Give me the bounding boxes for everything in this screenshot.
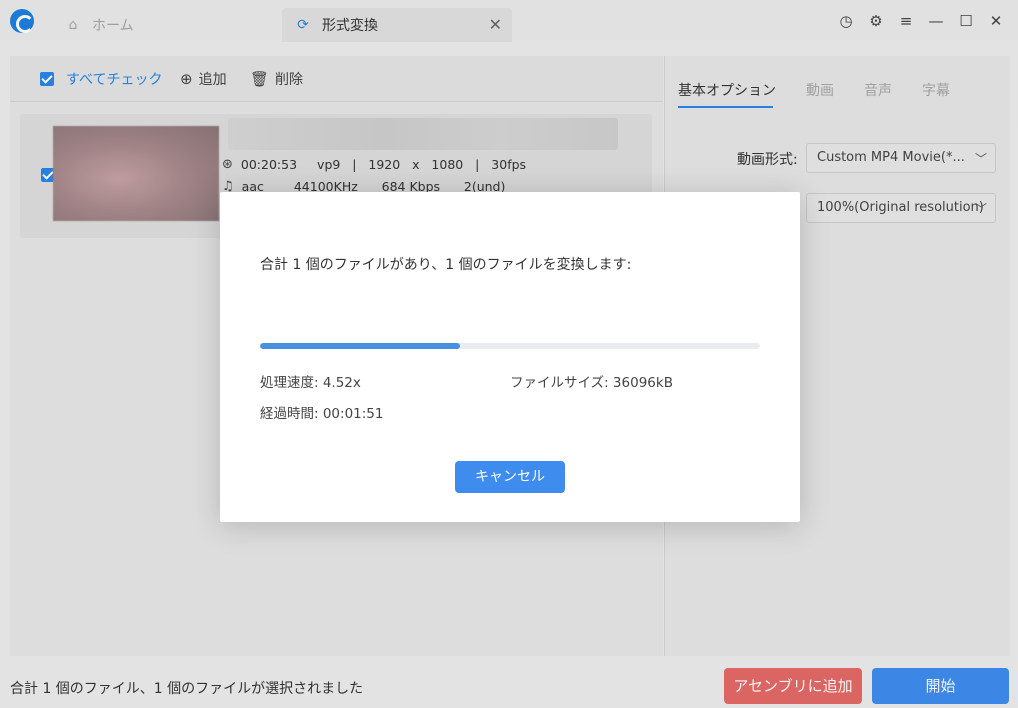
file-size: ファイルサイズ: 36096kB: [510, 375, 673, 391]
processing-speed: 処理速度: 4.52x: [260, 375, 361, 391]
conversion-message: 合計 1 個のファイルがあり、1 個のファイルを変換します:: [260, 257, 632, 273]
progress-fill: [260, 343, 460, 349]
conversion-progress-dialog: 合計 1 個のファイルがあり、1 個のファイルを変換します: 処理速度: 4.5…: [220, 192, 800, 522]
cancel-button[interactable]: キャンセル: [455, 461, 565, 493]
elapsed-time: 経過時間: 00:01:51: [260, 406, 384, 422]
progress-bar: [260, 343, 760, 349]
